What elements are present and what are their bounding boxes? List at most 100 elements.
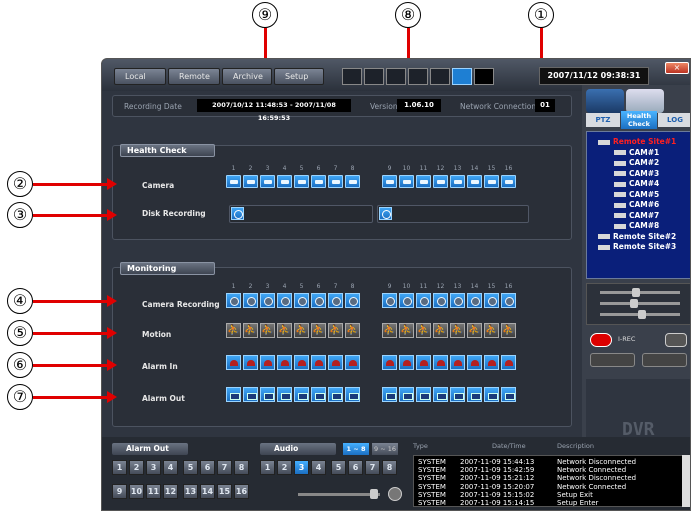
log-row[interactable]: SYSTEM 2007-11-09 15:42:59 Network Connect… [414, 466, 674, 474]
alarm-in-icon[interactable] [226, 355, 241, 370]
alarm-out-button[interactable]: 16 [234, 484, 249, 499]
motion-icon[interactable]: ⛹ [226, 323, 241, 338]
layout-1-button[interactable] [342, 68, 362, 85]
tree-camera-item[interactable]: CAM#4 [614, 179, 659, 188]
alarm-out-button[interactable]: 10 [129, 484, 144, 499]
camera-recording-icon[interactable] [450, 293, 465, 308]
tab-ptz[interactable]: PTZ [586, 113, 620, 127]
camera-status-icon[interactable] [277, 175, 292, 188]
tree-camera-item[interactable]: CAM#3 [614, 169, 659, 178]
alarm-out-button[interactable]: 6 [200, 460, 215, 475]
motion-icon[interactable]: ⛹ [501, 323, 516, 338]
contrast-slider[interactable] [600, 302, 680, 305]
close-window-button[interactable]: × [665, 62, 689, 74]
audio-channel-button[interactable]: 1 [260, 460, 275, 475]
audio-channel-button[interactable]: 6 [348, 460, 363, 475]
camera-status-icon[interactable] [416, 175, 431, 188]
tab-health-check[interactable]: Health Check [621, 111, 657, 129]
alarm-in-icon[interactable] [450, 355, 465, 370]
mute-icon[interactable] [388, 487, 402, 501]
setup-button[interactable]: Setup [274, 68, 324, 85]
next-button[interactable] [642, 353, 687, 367]
motion-icon[interactable]: ⛹ [277, 323, 292, 338]
tree-camera-item[interactable]: CAM#8 [614, 221, 659, 230]
camera-status-icon[interactable] [226, 175, 241, 188]
local-button[interactable]: Local [114, 68, 166, 85]
alarm-out-button[interactable]: 9 [112, 484, 127, 499]
alarm-in-icon[interactable] [260, 355, 275, 370]
tree-camera-item[interactable]: CAM#1 [614, 148, 659, 157]
alarm-out-icon[interactable] [311, 387, 326, 402]
tree-camera-item[interactable]: CAM#7 [614, 211, 659, 220]
alarm-out-button[interactable]: 3 [146, 460, 161, 475]
alarm-out-icon[interactable] [484, 387, 499, 402]
alarm-in-icon[interactable] [294, 355, 309, 370]
camera-status-icon[interactable] [501, 175, 516, 188]
alarm-in-icon[interactable] [277, 355, 292, 370]
camera-recording-icon[interactable] [467, 293, 482, 308]
layout-4-button[interactable] [364, 68, 384, 85]
camera-status-icon[interactable] [311, 175, 326, 188]
alarm-out-button[interactable]: 13 [183, 484, 198, 499]
audio-channel-button[interactable]: 7 [365, 460, 380, 475]
motion-icon[interactable]: ⛹ [382, 323, 397, 338]
camera-recording-icon[interactable] [433, 293, 448, 308]
motion-icon[interactable]: ⛹ [294, 323, 309, 338]
motion-icon[interactable]: ⛹ [328, 323, 343, 338]
alarm-in-icon[interactable] [243, 355, 258, 370]
camera-recording-icon[interactable] [226, 293, 241, 308]
alarm-out-button[interactable]: 14 [200, 484, 215, 499]
volume-slider[interactable] [298, 493, 380, 496]
brightness-slider[interactable] [600, 291, 680, 294]
motion-icon[interactable]: ⛹ [467, 323, 482, 338]
alarm-out-icon[interactable] [243, 387, 258, 402]
camera-recording-icon[interactable] [382, 293, 397, 308]
tree-site-item[interactable]: Remote Site#1 [598, 137, 676, 146]
alarm-in-icon[interactable] [311, 355, 326, 370]
tree-camera-item[interactable]: CAM#6 [614, 200, 659, 209]
side-tab-ptz-icon[interactable] [586, 89, 624, 113]
motion-icon[interactable]: ⛹ [260, 323, 275, 338]
tree-site-item[interactable]: Remote Site#2 [598, 232, 676, 241]
alarm-in-icon[interactable] [399, 355, 414, 370]
alarm-in-icon[interactable] [467, 355, 482, 370]
alarm-out-icon[interactable] [345, 387, 360, 402]
motion-icon[interactable]: ⛹ [243, 323, 258, 338]
camera-recording-icon[interactable] [416, 293, 431, 308]
alarm-out-icon[interactable] [416, 387, 431, 402]
tree-site-item[interactable]: Remote Site#3 [598, 242, 676, 251]
alarm-out-button[interactable]: 2 [129, 460, 144, 475]
alarm-out-icon[interactable] [226, 387, 241, 402]
camera-status-icon[interactable] [243, 175, 258, 188]
alarm-in-icon[interactable] [433, 355, 448, 370]
audio-channel-button[interactable]: 8 [382, 460, 397, 475]
camera-recording-icon[interactable] [311, 293, 326, 308]
camera-status-icon[interactable] [328, 175, 343, 188]
alarm-out-button[interactable]: 12 [163, 484, 178, 499]
alarm-out-button[interactable]: 7 [217, 460, 232, 475]
motion-icon[interactable]: ⛹ [345, 323, 360, 338]
alarm-out-icon[interactable] [467, 387, 482, 402]
alarm-in-icon[interactable] [501, 355, 516, 370]
alarm-in-icon[interactable] [345, 355, 360, 370]
tree-camera-item[interactable]: CAM#5 [614, 190, 659, 199]
layout-health-button[interactable] [452, 68, 472, 85]
log-row[interactable]: SYSTEM 2007-11-09 15:15:02 Setup Exit [414, 491, 674, 499]
log-scrollbar[interactable] [682, 455, 690, 507]
camera-status-icon[interactable] [484, 175, 499, 188]
camera-recording-icon[interactable] [294, 293, 309, 308]
alarm-in-icon[interactable] [382, 355, 397, 370]
camera-status-icon[interactable] [450, 175, 465, 188]
fullscreen-button[interactable] [474, 68, 494, 85]
alarm-out-button[interactable]: 15 [217, 484, 232, 499]
volume-thumb[interactable] [370, 489, 378, 499]
side-tab-search-icon[interactable] [626, 89, 664, 113]
alarm-in-icon[interactable] [484, 355, 499, 370]
alarm-out-icon[interactable] [399, 387, 414, 402]
audio-channel-button[interactable]: 2 [277, 460, 292, 475]
remote-button[interactable]: Remote [168, 68, 220, 85]
alarm-out-button[interactable]: 4 [163, 460, 178, 475]
audio-range-9-16[interactable]: 9 ~ 16 [372, 443, 398, 455]
tab-log[interactable]: LOG [658, 113, 690, 127]
alarm-out-button[interactable]: 8 [234, 460, 249, 475]
